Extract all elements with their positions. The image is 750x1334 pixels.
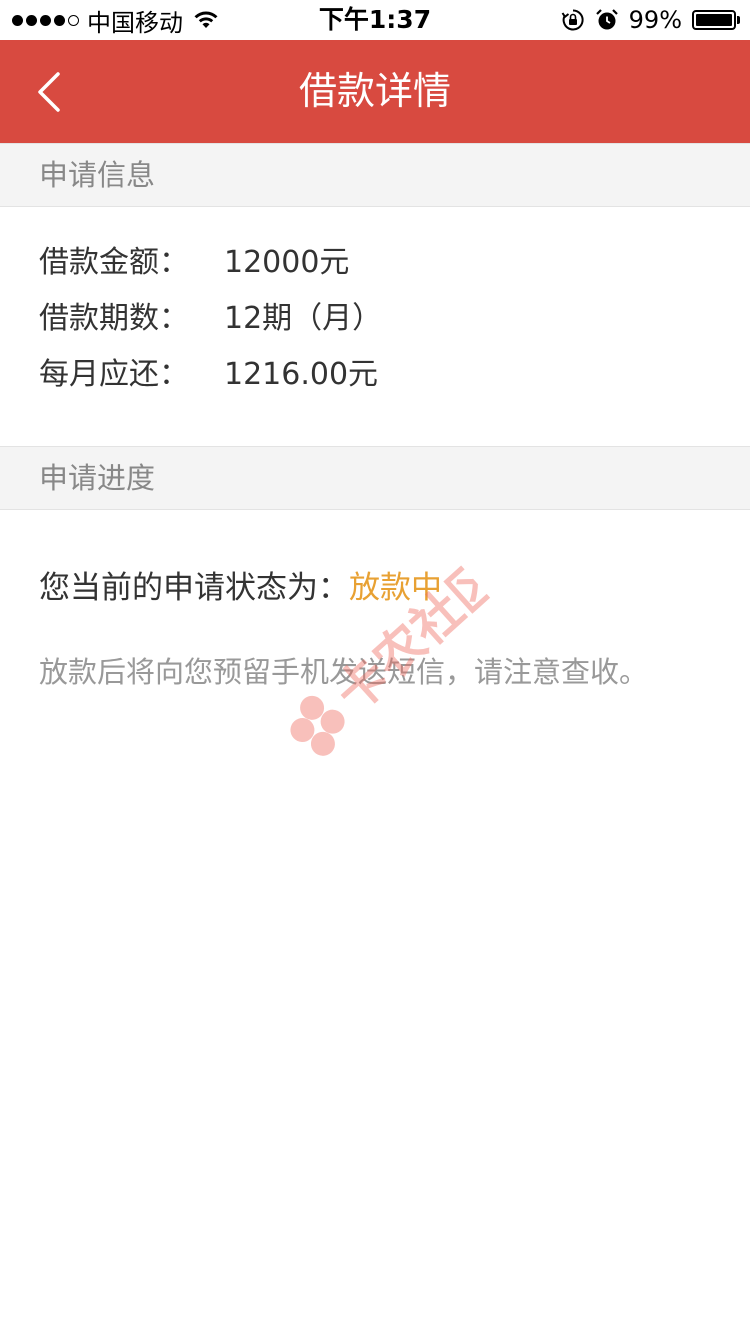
battery-percent: 99% xyxy=(628,6,682,34)
info-label: 每月应还： xyxy=(39,357,189,392)
battery-body xyxy=(692,10,736,30)
section-title: 申请进度 xyxy=(39,461,156,495)
page-title: 借款详情 xyxy=(298,69,451,113)
info-row-loan-periods: 借款期数： 12期（月） xyxy=(39,287,382,343)
rotation-lock-icon xyxy=(561,9,584,31)
battery-icon xyxy=(692,10,740,30)
application-status: 您当前的申请状态为： 放款中 xyxy=(39,556,442,612)
alarm-icon xyxy=(595,9,618,30)
section-title: 申请信息 xyxy=(39,158,156,192)
status-value: 放款中 xyxy=(349,569,442,606)
battery-tip xyxy=(737,16,740,24)
info-label: 借款期数： xyxy=(39,301,189,336)
nav-bar: 借款详情 xyxy=(0,40,750,143)
section-header-apply-progress: 申请进度 xyxy=(0,446,750,510)
battery-fill xyxy=(696,14,732,26)
info-label: 借款金额： xyxy=(39,245,189,280)
info-value: 12000元 xyxy=(224,245,350,280)
info-row-loan-amount: 借款金额： 12000元 xyxy=(39,231,349,287)
info-row-monthly-payment: 每月应还： 1216.00元 xyxy=(39,343,378,399)
status-right: 99% xyxy=(561,0,740,40)
status-bar: 中国移动 下午1:37 99% xyxy=(0,0,750,40)
status-label: 您当前的申请状态为： xyxy=(39,569,349,606)
info-value: 12期（月） xyxy=(224,301,383,336)
sms-notice: 放款后将向您预留手机发送短信，请注意查收。 xyxy=(39,655,649,689)
info-value: 1216.00元 xyxy=(224,357,379,392)
section-header-apply-info: 申请信息 xyxy=(0,143,750,207)
